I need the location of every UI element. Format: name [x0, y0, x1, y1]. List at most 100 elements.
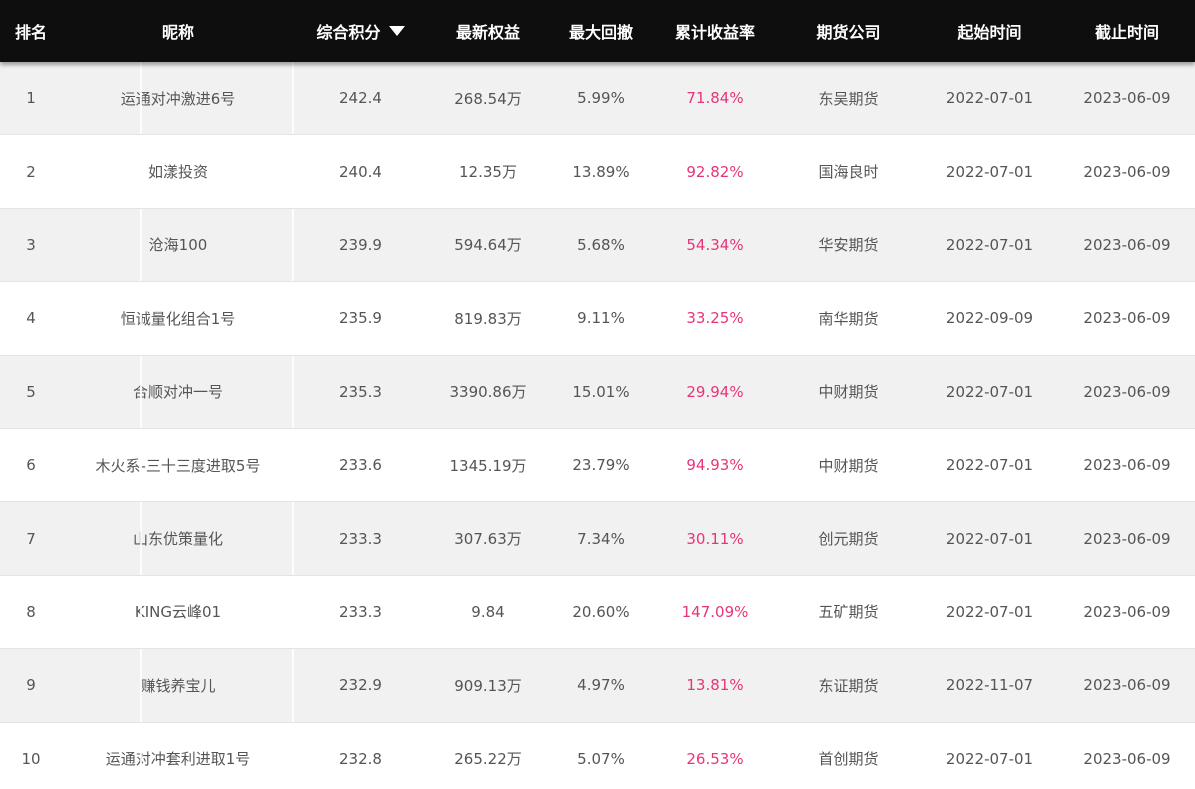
- max-drawdown-cell: 23.79%: [572, 456, 630, 475]
- nickname-cell[interactable]: 赚钱养宝儿: [62, 649, 294, 722]
- max-drawdown-cell: 15.01%: [572, 382, 630, 401]
- table-row[interactable]: 1 运通对冲激进6号 242.4 268.54万 5.99% 71.84% 东吴…: [0, 62, 1195, 136]
- table-body: 1 运通对冲激进6号 242.4 268.54万 5.99% 71.84% 东吴…: [0, 62, 1195, 789]
- score-cell: 233.3: [339, 602, 382, 621]
- max-drawdown-cell: 4.97%: [577, 676, 625, 695]
- score-cell: 233.6: [339, 456, 382, 475]
- futures-company-cell: 中财期货: [818, 383, 879, 402]
- end-date-cell: 2023-06-09: [1083, 309, 1171, 328]
- start-date-cell: 2022-07-01: [945, 382, 1034, 401]
- futures-company-cell: 创元期货: [818, 530, 879, 549]
- score-cell: 240.4: [339, 162, 382, 181]
- rank-cell: 3: [26, 235, 36, 254]
- futures-company-cell: 国海良时: [818, 163, 879, 182]
- table-row[interactable]: 7 山东优策量化 233.3 307.63万 7.34% 30.11% 创元期货…: [0, 502, 1195, 576]
- score-cell: 239.9: [339, 235, 382, 254]
- score-cell: 235.3: [339, 382, 382, 401]
- max-drawdown-cell: 5.99%: [577, 89, 625, 108]
- table-row[interactable]: 9 赚钱养宝儿 232.9 909.13万 4.97% 13.81% 东证期货 …: [0, 649, 1195, 723]
- header-equity[interactable]: 最新权益: [427, 0, 549, 62]
- end-date-cell: 2023-06-09: [1083, 529, 1171, 548]
- equity-cell: 909.13万: [454, 676, 522, 695]
- rank-cell: 6: [26, 456, 36, 475]
- cumulative-return-cell: 147.09%: [681, 602, 749, 621]
- end-date-cell: 2023-06-09: [1083, 162, 1171, 181]
- header-nickname[interactable]: 昵称: [62, 0, 294, 62]
- nickname-cell[interactable]: 合顺对冲一号: [62, 355, 294, 428]
- start-date-cell: 2022-07-01: [945, 749, 1034, 768]
- header-rank[interactable]: 排名: [0, 0, 62, 62]
- score-cell: 235.9: [339, 309, 382, 328]
- table-row[interactable]: 6 木火系-三十三度进取5号 233.6 1345.19万 23.79% 94.…: [0, 428, 1195, 503]
- header-max-drawdown[interactable]: 最大回撤: [549, 0, 653, 62]
- cumulative-return-cell: 54.34%: [686, 235, 744, 254]
- nickname-cell[interactable]: 山东优策量化: [62, 502, 294, 575]
- rank-cell: 2: [26, 162, 36, 181]
- table-row[interactable]: 4 恒诚量化组合1号 235.9 819.83万 9.11% 33.25% 南华…: [0, 282, 1195, 356]
- table-header: 排名 昵称 综合积分 最新权益 最大回撤 累计收益率 期货公司 起始时间 截止时…: [0, 0, 1195, 62]
- max-drawdown-cell: 5.68%: [577, 235, 625, 254]
- header-end-date[interactable]: 截止时间: [1059, 0, 1195, 62]
- futures-company-cell: 南华期货: [818, 309, 879, 328]
- equity-cell: 268.54万: [454, 89, 522, 108]
- score-cell: 232.8: [339, 749, 382, 768]
- equity-cell: 12.35万: [459, 163, 517, 182]
- start-date-cell: 2022-09-09: [945, 309, 1034, 328]
- max-drawdown-cell: 5.07%: [577, 749, 625, 768]
- score-cell: 233.3: [339, 529, 382, 548]
- rank-cell: 5: [26, 382, 36, 401]
- table-row[interactable]: 8 KING云峰01 233.3 9.84 20.60% 147.09% 五矿期…: [0, 575, 1195, 650]
- nickname-cell[interactable]: 运通对冲套利进取1号: [62, 722, 294, 789]
- header-futures-company[interactable]: 期货公司: [777, 0, 920, 62]
- table-row[interactable]: 5 合顺对冲一号 235.3 3390.86万 15.01% 29.94% 中财…: [0, 355, 1195, 429]
- score-cell: 232.9: [339, 676, 382, 695]
- equity-cell: 819.83万: [454, 309, 522, 328]
- end-date-cell: 2023-06-09: [1083, 382, 1171, 401]
- header-start-date[interactable]: 起始时间: [920, 0, 1059, 62]
- nickname-cell[interactable]: 如漾投资: [62, 135, 294, 208]
- ranking-table: 排名 昵称 综合积分 最新权益 最大回撤 累计收益率 期货公司 起始时间 截止时…: [0, 0, 1195, 789]
- nickname-cell[interactable]: 木火系-三十三度进取5号: [62, 428, 294, 502]
- nickname-cell[interactable]: 运通对冲激进6号: [62, 62, 294, 135]
- header-score-label: 综合积分: [316, 23, 381, 42]
- start-date-cell: 2022-07-01: [945, 602, 1034, 621]
- nickname-cell[interactable]: 沧海100: [62, 208, 294, 282]
- table-row[interactable]: 3 沧海100 239.9 594.64万 5.68% 54.34% 华安期货 …: [0, 208, 1195, 283]
- table-row[interactable]: 2 如漾投资 240.4 12.35万 13.89% 92.82% 国海良时 2…: [0, 135, 1195, 209]
- equity-cell: 307.63万: [454, 530, 522, 549]
- equity-cell: 1345.19万: [449, 456, 527, 475]
- table-row[interactable]: 10 运通对冲套利进取1号 232.8 265.22万 5.07% 26.53%…: [0, 722, 1195, 789]
- start-date-cell: 2022-07-01: [945, 529, 1034, 548]
- nickname-cell[interactable]: 恒诚量化组合1号: [62, 282, 294, 355]
- score-cell: 242.4: [339, 89, 382, 108]
- max-drawdown-cell: 9.11%: [577, 309, 625, 328]
- start-date-cell: 2022-07-01: [945, 235, 1034, 254]
- header-cumulative-return[interactable]: 累计收益率: [653, 0, 777, 62]
- end-date-cell: 2023-06-09: [1083, 235, 1171, 254]
- rank-cell: 4: [26, 309, 36, 328]
- end-date-cell: 2023-06-09: [1083, 602, 1171, 621]
- header-score[interactable]: 综合积分: [294, 0, 427, 62]
- sort-desc-icon[interactable]: [388, 26, 405, 36]
- start-date-cell: 2022-11-07: [945, 676, 1034, 695]
- nickname-cell[interactable]: KING云峰01: [62, 575, 294, 649]
- rank-cell: 9: [26, 676, 36, 695]
- end-date-cell: 2023-06-09: [1083, 456, 1171, 475]
- equity-cell: 594.64万: [454, 236, 522, 255]
- futures-company-cell: 首创期货: [818, 750, 879, 769]
- cumulative-return-cell: 30.11%: [686, 529, 744, 548]
- futures-company-cell: 东吴期货: [818, 89, 879, 108]
- cumulative-return-cell: 71.84%: [686, 89, 744, 108]
- max-drawdown-cell: 7.34%: [577, 529, 625, 548]
- cumulative-return-cell: 33.25%: [686, 309, 744, 328]
- end-date-cell: 2023-06-09: [1083, 676, 1171, 695]
- futures-company-cell: 五矿期货: [818, 603, 879, 622]
- equity-cell: 9.84: [471, 602, 505, 621]
- futures-company-cell: 东证期货: [818, 676, 879, 695]
- cumulative-return-cell: 13.81%: [686, 676, 744, 695]
- futures-company-cell: 华安期货: [818, 236, 879, 255]
- max-drawdown-cell: 13.89%: [572, 162, 630, 181]
- equity-cell: 265.22万: [454, 750, 522, 769]
- start-date-cell: 2022-07-01: [945, 162, 1034, 181]
- end-date-cell: 2023-06-09: [1083, 89, 1171, 108]
